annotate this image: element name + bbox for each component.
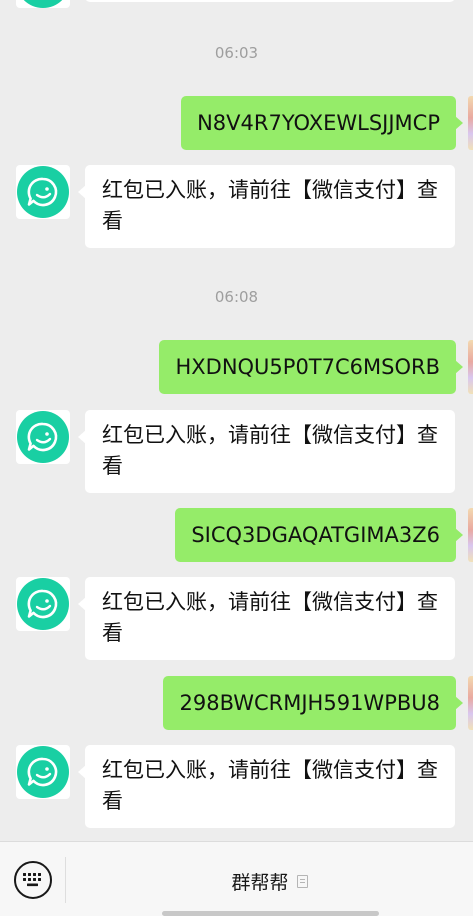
home-indicator [162,911,379,916]
incoming-message-bubble[interactable]: 红包已入账，请前往【微信支付】查看 [78,410,455,493]
keyboard-icon [23,873,41,887]
message-timestamp: 06:08 [214,288,259,306]
incoming-message-text: 红包已入账，请前往【微信支付】查看 [102,758,438,813]
incoming-message-text: 红包已入账，请前往【微信支付】查看 [102,590,438,645]
outgoing-message-text: HXDNQU5P0T7C6MSORB [175,354,440,379]
outgoing-message-text: 298BWCRMJH591WPBU8 [179,690,440,715]
chat-message-list[interactable]: 06:03 N8V4R7YOXEWLSJJMCP 红包已入账，请前往【微信支付】… [0,0,473,841]
bot-avatar[interactable] [16,745,70,799]
incoming-message-bubble[interactable]: 红包已入账，请前往【微信支付】查看 [78,165,455,248]
bot-avatar[interactable] [16,0,70,8]
incoming-message-bubble[interactable]: 红包已入账，请前往【微信支付】查看 [78,745,455,828]
chat-bubble-smile-icon [23,0,63,8]
user-avatar[interactable] [468,340,473,394]
outgoing-message-text: N8V4R7YOXEWLSJJMCP [197,110,440,135]
outgoing-message-bubble[interactable]: HXDNQU5P0T7C6MSORB [159,340,463,394]
user-avatar[interactable] [468,96,473,150]
menu-list-icon [296,874,308,888]
chat-bubble-smile-icon [17,411,69,463]
user-avatar[interactable] [468,508,473,562]
chat-footer-menu-bar: 群帮帮 [0,841,473,916]
bot-avatar[interactable] [16,410,70,464]
message-timestamp: 06:03 [214,44,259,62]
chat-bubble-smile-icon [17,578,69,630]
bot-avatar[interactable] [16,165,70,219]
incoming-message-text: 红包已入账，请前往【微信支付】查看 [102,423,438,478]
incoming-message-bubble[interactable] [85,0,455,2]
group-menu-label: 群帮帮 [231,871,289,894]
outgoing-message-bubble[interactable]: SICQ3DGAQATGIMA3Z6 [175,508,463,562]
incoming-message-bubble[interactable]: 红包已入账，请前往【微信支付】查看 [78,577,455,660]
incoming-message-text: 红包已入账，请前往【微信支付】查看 [102,178,438,233]
keyboard-toggle-button[interactable] [14,861,52,899]
bot-avatar[interactable] [16,577,70,631]
outgoing-message-bubble[interactable]: N8V4R7YOXEWLSJJMCP [181,96,463,150]
chat-bubble-smile-icon [17,166,69,218]
chat-bubble-smile-icon [17,746,69,798]
group-menu-button[interactable]: 群帮帮 [66,868,473,894]
outgoing-message-text: SICQ3DGAQATGIMA3Z6 [191,522,440,547]
outgoing-message-bubble[interactable]: 298BWCRMJH591WPBU8 [163,676,463,730]
user-avatar[interactable] [468,676,473,730]
